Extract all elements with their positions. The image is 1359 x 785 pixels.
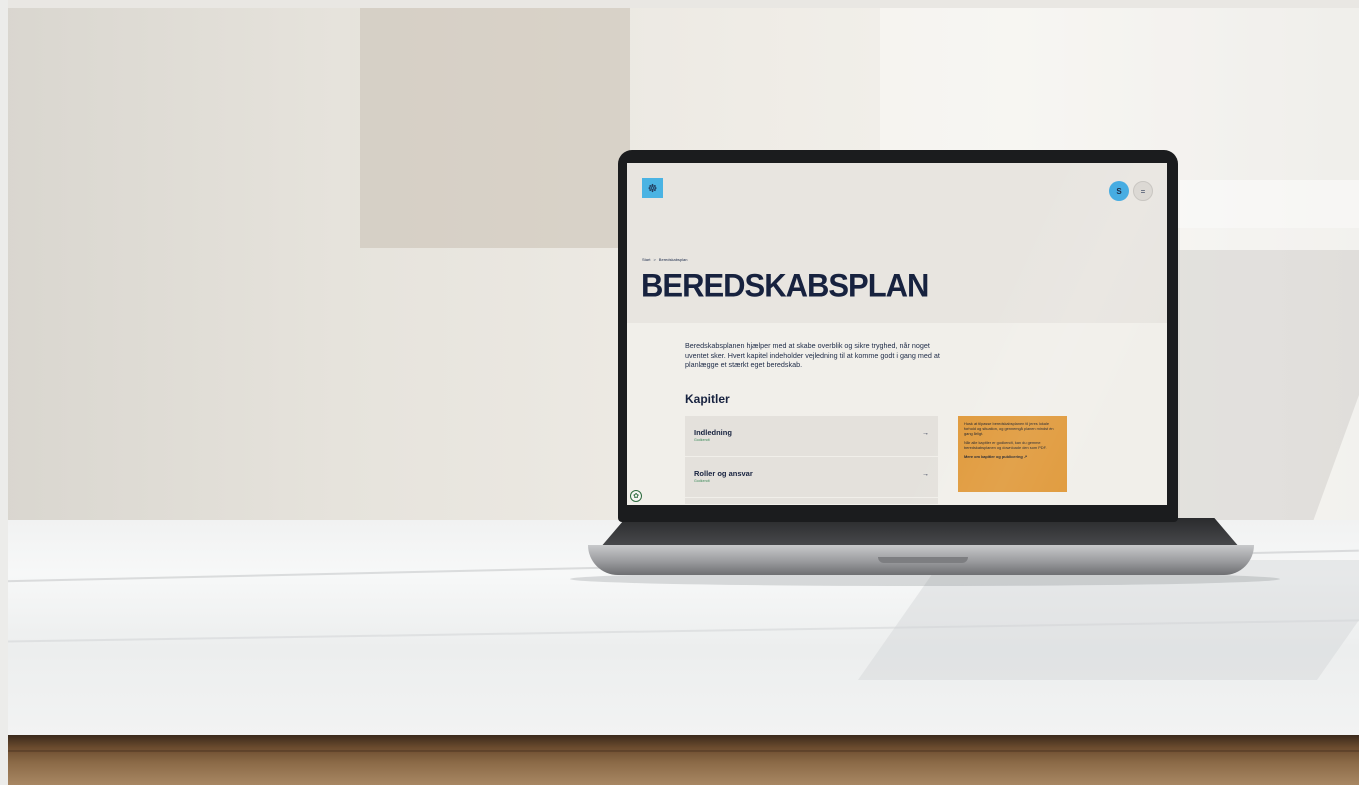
menu-button[interactable]: = <box>1133 181 1153 201</box>
info-text-2: Når alle kapitler er godkendt, kan du ge… <box>964 440 1047 450</box>
info-link[interactable]: Mere om kapitler og publicering ↗ <box>964 454 1061 459</box>
chapter-list: Indledning Godkendt → Roller og ansvar G… <box>685 416 938 505</box>
breadcrumb-separator: > <box>653 257 656 262</box>
logo-glyph: ☸ <box>647 182 658 195</box>
info-text-1: Husk at tilpasse beredskabsplanen til je… <box>964 421 1054 436</box>
user-button[interactable]: S <box>1109 181 1129 201</box>
info-box: Husk at tilpasse beredskabsplanen til je… <box>958 416 1067 492</box>
fab-glyph: ✿ <box>633 493 639 500</box>
wall-panel <box>360 8 630 248</box>
chapters-heading: Kapitler <box>685 392 730 406</box>
wooden-edge <box>0 735 1359 785</box>
chapter-title: Roller og ansvar <box>694 469 753 478</box>
laptop-notch <box>878 557 968 563</box>
breadcrumb: Start > Beredskabsplan <box>642 257 687 262</box>
image-border <box>0 0 1359 8</box>
chapter-item-next[interactable] <box>685 498 938 505</box>
chapter-item-roller-og-ansvar[interactable]: Roller og ansvar Godkendt → <box>685 457 938 498</box>
arrow-right-icon: → <box>922 471 929 478</box>
image-border <box>0 0 8 785</box>
chapter-item-indledning[interactable]: Indledning Godkendt → <box>685 416 938 457</box>
wood-grain <box>0 750 1359 752</box>
photo-scene: ☸ S = Start > Beredskabsplan BEREDSKABSP… <box>0 0 1359 785</box>
breadcrumb-current: Beredskabsplan <box>658 257 688 262</box>
arrow-right-icon: → <box>922 430 929 437</box>
chapter-title: Indledning <box>694 428 732 437</box>
intro-text: Beredskabsplanen hjælper med at skabe ov… <box>685 341 940 370</box>
status-badge: Godkendt <box>694 438 710 442</box>
page-title: BEREDSKABSPLAN <box>641 267 929 304</box>
accessibility-icon[interactable]: ✿ <box>630 490 642 502</box>
crest-icon[interactable]: ☸ <box>642 178 663 198</box>
status-badge: Godkendt <box>694 479 710 483</box>
laptop-screen: ☸ S = Start > Beredskabsplan BEREDSKABSP… <box>627 163 1167 505</box>
breadcrumb-start[interactable]: Start <box>642 257 650 262</box>
laptop-keyboard-deck <box>600 518 1240 548</box>
